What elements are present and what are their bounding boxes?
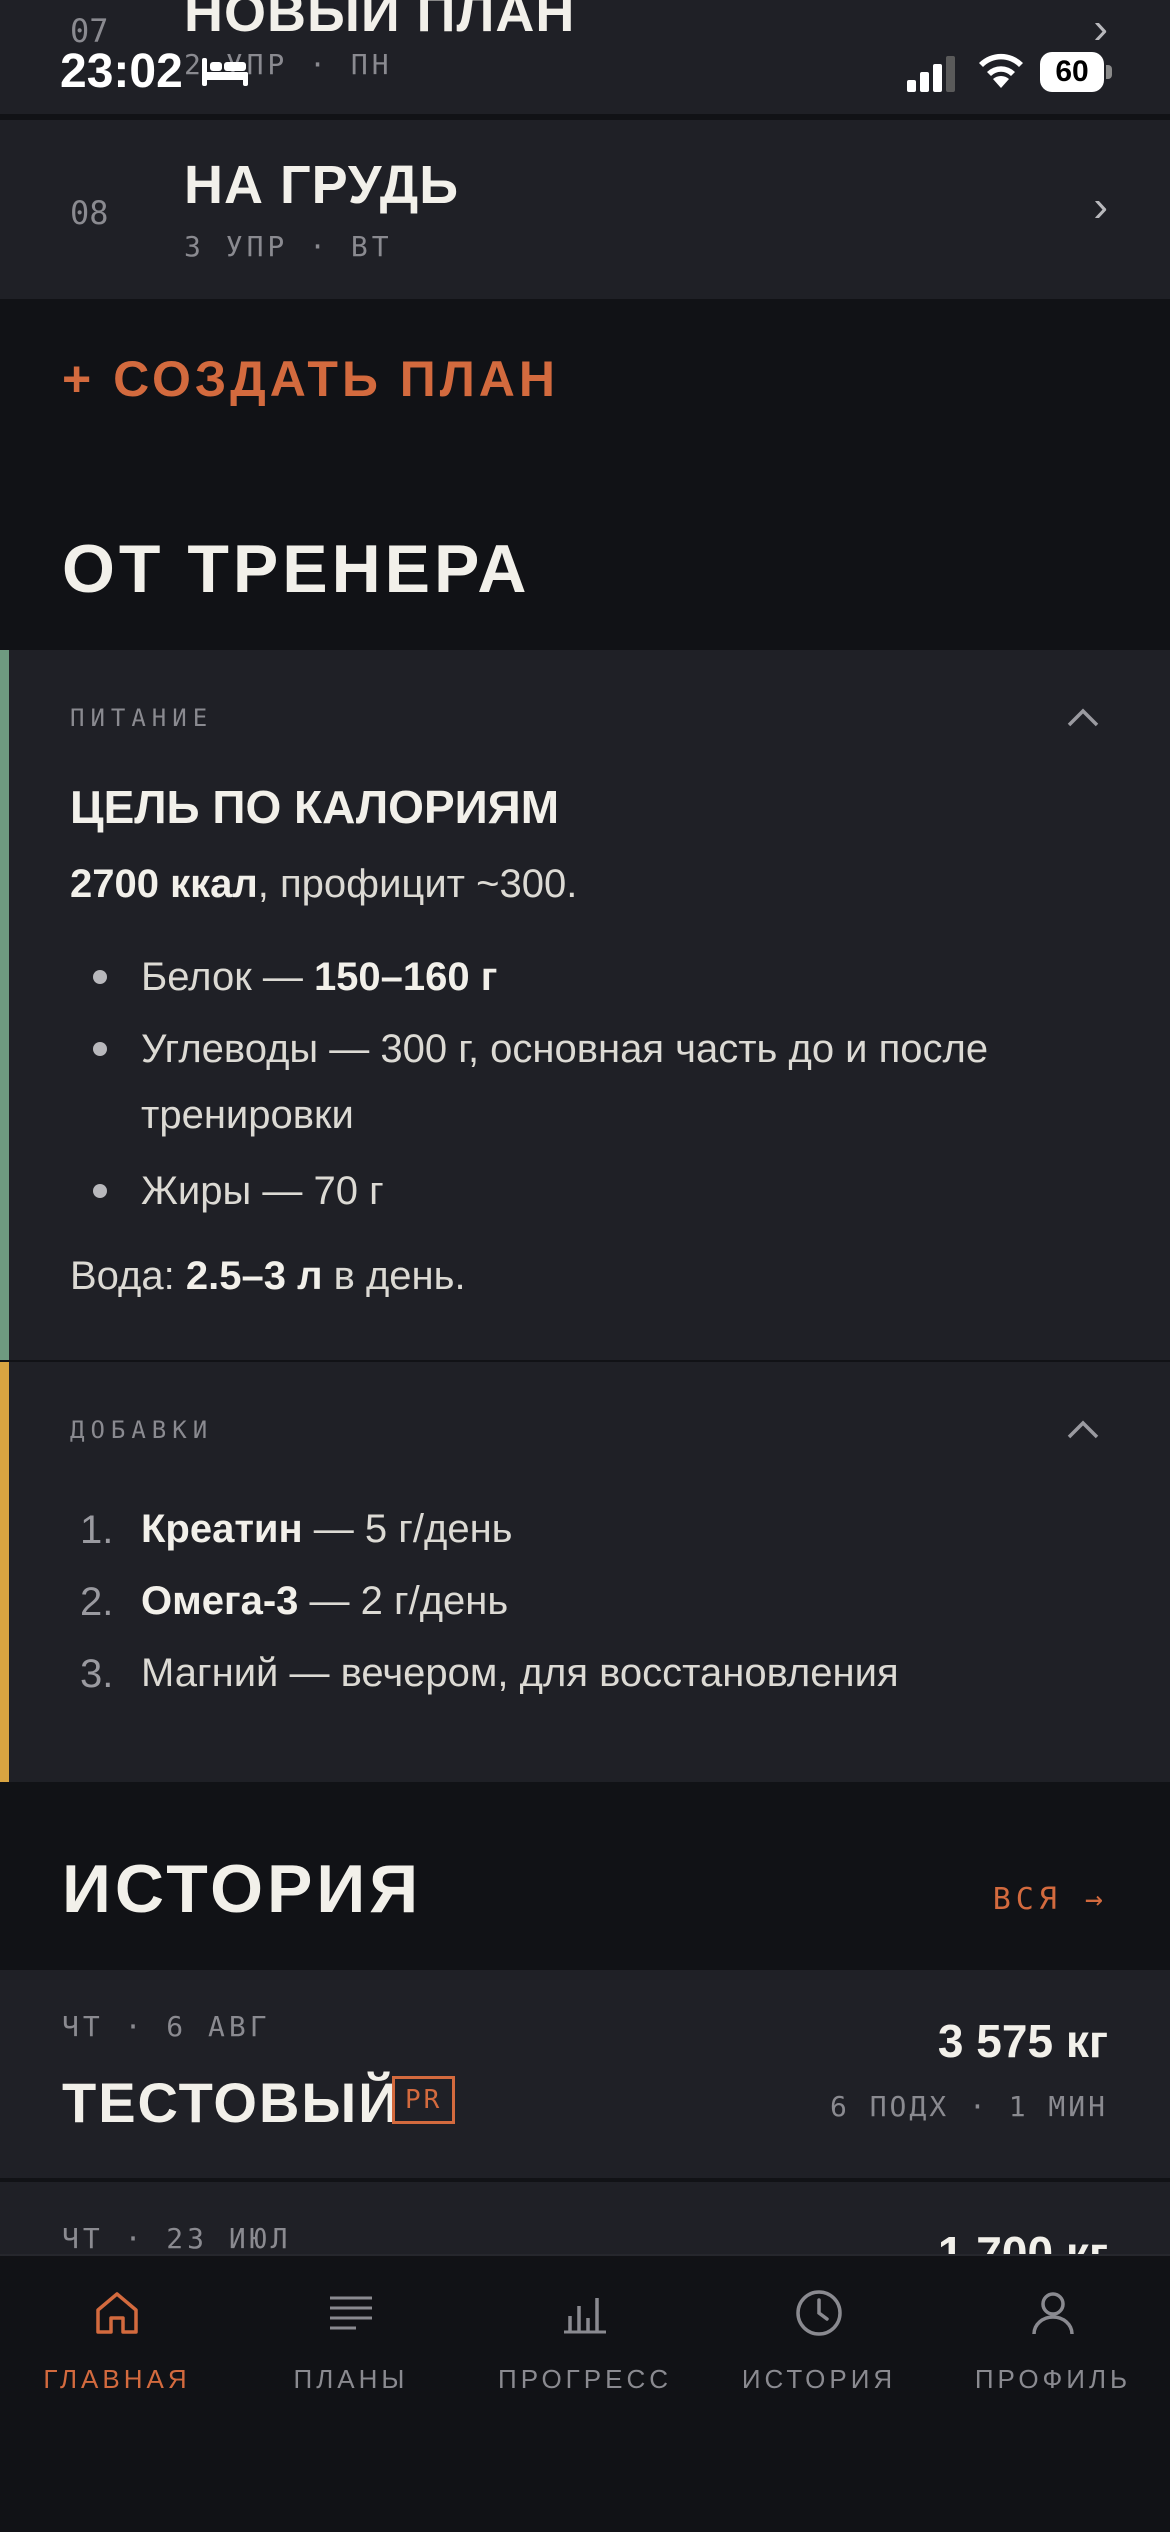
history-row[interactable]: ЧТ · 6 АВГ ТЕСТОВЫЙ PR 3 575 кг 6 ПОДХ ·… [0, 1970, 1170, 2178]
tab-bar: ГЛАВНАЯ ПЛАНЫ ПРОГРЕСС ИСТОРИЯ ПРОФИЛЬ [0, 2254, 1170, 2532]
tab-label: ИСТОРИЯ [741, 2364, 897, 2394]
list-item: Углеводы — 300 г, основная часть до и по… [141, 1016, 988, 1082]
user-icon [1032, 2292, 1074, 2335]
trainer-section-title: ОТ ТРЕНЕРА [62, 531, 531, 607]
tab-label: ПРОГРЕСС [498, 2364, 672, 2394]
list-item: Омега-3 — 2 г/день [141, 1568, 508, 1634]
card-label: ДОБАВКИ [70, 1416, 214, 1444]
home-icon [96, 2292, 138, 2334]
tab-label: ПРОФИЛЬ [974, 2364, 1132, 2394]
plan-title: НА ГРУДЬ [184, 155, 460, 215]
list-item-bold: Омега-3 [141, 1579, 299, 1623]
water-value: 2.5–3 л [185, 1254, 323, 1298]
nutrition-card: ПИТАНИЕ ЦЕЛЬ ПО КАЛОРИЯМ 2700 ккал, проф… [0, 650, 1170, 1360]
water-rest: в день. [322, 1254, 466, 1298]
list-item-continuation: тренировки [141, 1082, 354, 1148]
tab-profile[interactable]: ПРОФИЛЬ [936, 2256, 1170, 2456]
list-item-text: — 2 г/день [298, 1579, 509, 1623]
tab-plans[interactable]: ПЛАНЫ [234, 2256, 468, 2456]
list-item-text: Белок — [141, 955, 314, 999]
supplements-card: ДОБАВКИ 1. Креатин — 5 г/день 2. Омега-3… [0, 1362, 1170, 1782]
cellular-icon [907, 56, 955, 92]
history-date: ЧТ · 6 АВГ [62, 2010, 271, 2043]
see-all-link[interactable]: ВСЯ → [993, 1882, 1108, 1917]
pr-badge: PR [392, 2076, 456, 2124]
wifi-icon [979, 53, 1023, 88]
calories-value: 2700 ккал [70, 862, 258, 906]
battery-level: 60 [1040, 52, 1104, 92]
list-item: Магний — вечером, для восстановления [141, 1640, 899, 1706]
list-item-bold: 150–160 г [313, 955, 498, 999]
card-stripe [0, 650, 9, 1360]
list-item: Креатин — 5 г/день [141, 1496, 513, 1562]
list-number: 1. [80, 1508, 114, 1552]
card-label: ПИТАНИЕ [70, 704, 214, 732]
history-section-title: ИСТОРИЯ [62, 1851, 423, 1927]
list-icon [330, 2296, 372, 2330]
list-item-text: Углеводы — 300 г, основная часть до и по… [141, 1027, 989, 1071]
status-time: 23:02 [60, 45, 183, 98]
plan-meta: 3 УПР · ВТ [184, 230, 393, 263]
tab-label: ГЛАВНАЯ [43, 2364, 191, 2394]
list-item-bold: Креатин [141, 1507, 303, 1551]
list-item-text: тренировки [141, 1093, 354, 1137]
water-line: Вода: 2.5–3 л в день. [70, 1254, 466, 1299]
plan-number: 08 [70, 194, 109, 232]
tab-progress[interactable]: ПРОГРЕСС [468, 2256, 702, 2456]
list-item: Белок — 150–160 г [141, 944, 497, 1010]
bullet [93, 1042, 107, 1056]
water-label: Вода: [70, 1254, 186, 1298]
list-number: 3. [80, 1652, 114, 1696]
calories-line: 2700 ккал, профицит ~300. [70, 862, 577, 907]
tab-history[interactable]: ИСТОРИЯ [702, 2256, 936, 2456]
history-weight: 3 575 кг [937, 2015, 1108, 2067]
history-meta: 6 ПОДХ · 1 МИН [829, 2090, 1108, 2123]
history-title: ТЕСТОВЫЙ [62, 2071, 401, 2134]
history-date: ЧТ · 23 ИЮЛ [62, 2222, 292, 2255]
create-plan-button[interactable]: + СОЗДАТЬ ПЛАН [62, 350, 559, 408]
clock-icon [796, 2290, 842, 2336]
list-number: 2. [80, 1580, 114, 1624]
list-item: Жиры — 70 г [141, 1158, 384, 1224]
bullet [93, 1184, 107, 1198]
plan-row[interactable]: 08 НА ГРУДЬ 3 УПР · ВТ › [0, 120, 1170, 302]
card-stripe [0, 1362, 9, 1782]
battery-icon: 60 [1040, 52, 1112, 92]
bar-chart-icon [564, 2298, 606, 2334]
list-item-text: — 5 г/день [302, 1507, 513, 1551]
tab-label: ПЛАНЫ [293, 2364, 409, 2394]
chevron-up-icon[interactable] [1066, 706, 1100, 728]
bed-icon [202, 58, 248, 86]
tab-home[interactable]: ГЛАВНАЯ [0, 2256, 234, 2456]
chevron-right-icon: › [1093, 182, 1108, 231]
chevron-up-icon[interactable] [1066, 1418, 1100, 1440]
calories-rest: , профицит ~300. [257, 862, 578, 906]
list-item-text: Магний — вечером, для восстановления [141, 1651, 899, 1695]
card-heading: ЦЕЛЬ ПО КАЛОРИЯМ [70, 781, 560, 833]
bullet [93, 970, 107, 984]
list-item-text: Жиры — 70 г [141, 1169, 384, 1213]
